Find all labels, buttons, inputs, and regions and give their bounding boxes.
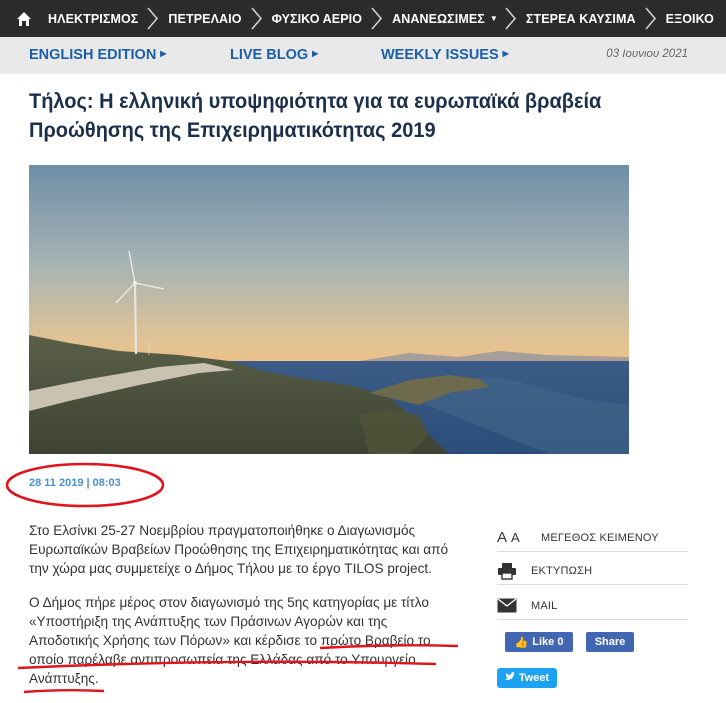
article-title: Τήλος: Η ελληνική υποψηφιότητα για τα ευ…: [29, 87, 661, 145]
text-line: Στο Ελσίνκι 25-27 Νοεμβρίου πραγματοποιή…: [29, 523, 416, 538]
nav-item-label: ΑΝΑΝΕΩΣΙΜΕΣ: [392, 11, 485, 26]
article-paragraph: Ο Δήμος πήρε μέρος στον διαγωνισμό της 5…: [29, 593, 484, 688]
main-navigation: ΗΛΕΚΤΡΙΣΜΟΣ ΠΕΤΡΕΛΑΙΟ ΦΥΣΙΚΟ ΑΕΡΙΟ ΑΝΑΝΕ…: [0, 0, 726, 37]
nav-item-label: ΠΕΤΡΕΛΑΙΟ: [168, 11, 242, 26]
text-line: «Υποστήριξη της Ανάπτυξης των Πράσινων Α…: [29, 614, 388, 629]
nav-item-oil[interactable]: ΠΕΤΡΕΛΑΙΟ: [140, 0, 243, 37]
english-edition-label: ENGLISH EDITION: [29, 47, 157, 63]
triangle-right-icon: ▶: [160, 49, 167, 58]
weekly-issues-label: WEEKLY ISSUES: [381, 47, 499, 63]
envelope-icon: [497, 598, 531, 613]
tweet-label: Tweet: [518, 672, 550, 684]
text-line: οποίο παρέλαβε αντιπροσωπεία της Ελλάδας…: [29, 652, 416, 667]
text-line: την χώρα μας συμμετείχε ο Δήμος Τήλου με…: [29, 561, 432, 576]
nav-item-solid-fuels[interactable]: ΣΤΕΡΕΑ ΚΑΥΣΙΜΑ: [498, 0, 638, 37]
chevron-right-icon: [644, 0, 658, 37]
red-circle-annotation: [5, 462, 165, 508]
chevron-right-icon: [504, 0, 518, 37]
twitter-bird-icon: [504, 672, 515, 684]
chevron-right-icon: [146, 0, 160, 37]
nav-item-label: ΕΞΟΙΚΟ: [665, 11, 714, 26]
weekly-issues-link[interactable]: WEEKLY ISSUES ▶: [381, 47, 509, 63]
print-label: ΕΚΤΥΠΩΣΗ: [531, 564, 593, 577]
article-paragraph: Στο Ελσίνκι 25-27 Νοεμβρίου πραγματοποιή…: [29, 521, 484, 578]
article-hero-image: [29, 165, 629, 454]
printer-icon: [497, 562, 531, 580]
secondary-bar: ENGLISH EDITION ▶ LIVE BLOG ▶ WEEKLY ISSUE…: [0, 37, 726, 74]
article-title-line: Τήλος: Η ελληνική υποψηφιότητα για τα ευ…: [29, 89, 602, 113]
facebook-like-button[interactable]: 👍 Like 0: [505, 632, 573, 652]
nav-item-label: ΦΥΣΙΚΟ ΑΕΡΙΟ: [271, 11, 363, 26]
like-label: Like 0: [532, 636, 564, 648]
triangle-right-icon: ▶: [502, 49, 509, 58]
font-increase-button[interactable]: A: [497, 529, 507, 546]
mail-button[interactable]: MAIL: [497, 592, 688, 620]
share-label: Share: [594, 636, 626, 648]
caret-down-icon: ▼: [489, 14, 498, 23]
facebook-share-button[interactable]: Share: [586, 632, 634, 652]
nav-item-savings[interactable]: ΕΞΟΙΚΟ: [638, 0, 716, 37]
text-line: Ανάπτυξης.: [29, 671, 99, 686]
home-button[interactable]: [0, 0, 48, 37]
nav-item-label: ΗΛΕΚΤΡΙΣΜΟΣ: [48, 11, 139, 26]
live-blog-link[interactable]: LIVE BLOG ▶: [230, 47, 318, 63]
nav-item-label: ΣΤΕΡΕΑ ΚΑΥΣΙΜΑ: [525, 11, 636, 26]
font-size-control[interactable]: AA ΜΕΓΕΘΟΣ ΚΕΙΜΕΝΟΥ: [497, 524, 688, 552]
mail-label: MAIL: [531, 599, 558, 612]
text-line: Ο Δήμος πήρε μέρος στον διαγωνισμό της 5…: [29, 595, 429, 610]
live-blog-label: LIVE BLOG: [230, 47, 309, 63]
english-edition-link[interactable]: ENGLISH EDITION ▶: [29, 47, 166, 63]
nav-item-natural-gas[interactable]: ΦΥΣΙΚΟ ΑΕΡΙΟ: [244, 0, 365, 37]
chevron-right-icon: [250, 0, 264, 37]
text-line: Ευρωπαϊκών Βραβείων Προώθησης της Επιχει…: [29, 542, 449, 557]
thumbs-up-icon: 👍: [514, 636, 529, 649]
nav-item-electricity[interactable]: ΗΛΕΚΤΡΙΣΜΟΣ: [48, 0, 140, 37]
text-line: Αποδοτικής Χρήσης των Πόρων» και κέρδισε…: [29, 633, 431, 648]
article-title-line: Προώθησης της Επιχειρηματικότητας 2019: [29, 118, 436, 142]
tweet-button[interactable]: Tweet: [497, 668, 557, 688]
font-size-label: ΜΕΓΕΘΟΣ ΚΕΙΜΕΝΟΥ: [541, 531, 659, 544]
triangle-right-icon: ▶: [312, 49, 319, 58]
print-button[interactable]: ΕΚΤΥΠΩΣΗ: [497, 557, 688, 585]
font-size-icons[interactable]: AA: [497, 529, 541, 546]
home-icon: [17, 11, 31, 26]
current-date: 03 Ιουνιου 2021: [606, 48, 688, 60]
nav-item-renewables[interactable]: ΑΝΑΝΕΩΣΙΜΕΣ ▼: [364, 0, 498, 37]
font-decrease-button[interactable]: A: [511, 530, 520, 545]
chevron-right-icon: [370, 0, 384, 37]
